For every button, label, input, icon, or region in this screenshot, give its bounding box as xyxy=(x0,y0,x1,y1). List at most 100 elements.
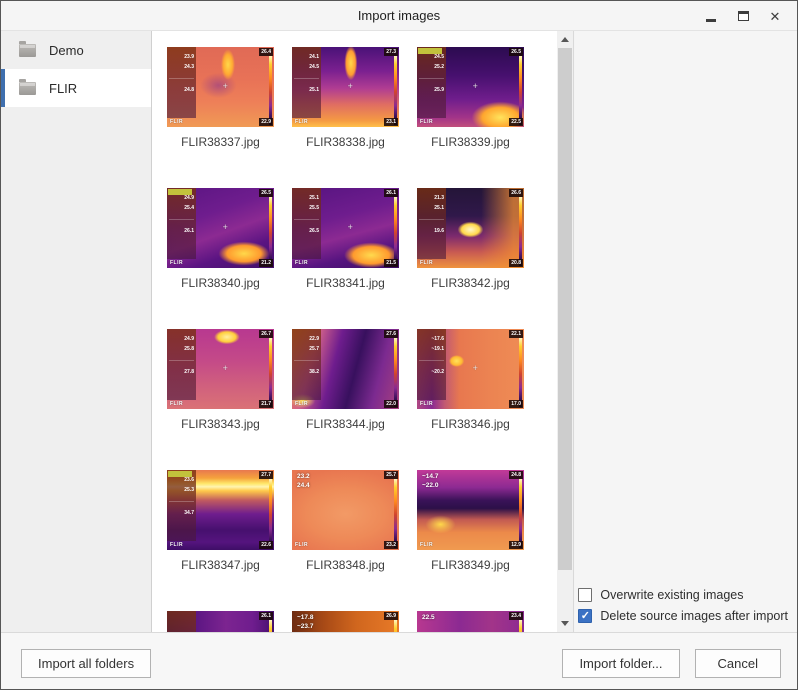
close-button[interactable]: ✕ xyxy=(759,1,791,31)
maximize-button[interactable] xyxy=(727,1,759,31)
minimize-button[interactable] xyxy=(695,1,727,31)
thermal-image[interactable]: 24.9 25.8 27.8 26.7 21.7 + FLIR xyxy=(167,329,274,409)
scale-max-value: 24.8 xyxy=(509,471,523,479)
crosshair-icon: + xyxy=(223,364,228,373)
filename-label: FLIR38340.jpg xyxy=(167,276,274,290)
thermal-image[interactable]: 21.3 25.1 19.6 26.6 20.8 FLIR xyxy=(417,188,524,268)
scale-min-value: 21.7 xyxy=(259,400,273,408)
checkbox[interactable]: ✓ xyxy=(578,609,592,623)
flir-logo: FLIR xyxy=(295,260,308,266)
color-scale-bar xyxy=(519,620,522,632)
color-scale-bar xyxy=(519,197,522,266)
filename-label: FLIR38349.jpg xyxy=(417,558,524,572)
panel-divider xyxy=(419,360,444,361)
thermal-image[interactable]: ~14.7~22.0 24.8 12.9 FLIR xyxy=(417,470,524,550)
scale-max-value: 26.1 xyxy=(384,189,398,197)
import-folder-button[interactable]: Import folder... xyxy=(562,649,679,678)
thermal-image[interactable]: 23.224.4 25.7 23.2 FLIR xyxy=(292,470,399,550)
thumbnail-cell: 22.9 25.7 38.2 27.6 22.0 FLIR FLIR38344.… xyxy=(292,329,399,470)
filename-label: FLIR38339.jpg xyxy=(417,135,524,149)
dialog-title: Import images xyxy=(358,8,440,23)
flir-logo: FLIR xyxy=(170,260,183,266)
thumbnail-cell: 25.1 25.5 26.5 26.1 21.5 + FLIR FLIR3834… xyxy=(292,188,399,329)
scroll-up-button[interactable] xyxy=(557,31,573,48)
thermal-image[interactable]: ~17.6 ~19.1 ~20.2 22.1 17.0 + FLIR xyxy=(417,329,524,409)
options-area: Overwrite existing images ✓ Delete sourc… xyxy=(575,31,797,632)
bottom-bar: Import all folders Import folder... Canc… xyxy=(1,632,797,689)
import-all-folders-button[interactable]: Import all folders xyxy=(21,649,151,678)
panel-value: 19.6 xyxy=(434,229,444,234)
filename-label: FLIR38341.jpg xyxy=(292,276,399,290)
panel-value: 25.3 xyxy=(184,488,194,493)
thumbnail-cell: 24.9 25.8 27.8 26.7 21.7 + FLIR FLIR3834… xyxy=(167,329,274,470)
title-bar: Import images ✕ xyxy=(1,1,797,31)
panel-value: 22.9 xyxy=(309,337,319,342)
measurement-panel: 24.1 24.5 25.1 xyxy=(292,47,321,118)
measurement-panel: 21.3 25.1 19.6 xyxy=(417,188,446,259)
panel-divider xyxy=(169,501,194,502)
thumbnail-cell: ~14.7~22.0 24.8 12.9 FLIR FLIR38349.jpg xyxy=(417,470,524,611)
panel-value: ~17.6 xyxy=(431,337,444,342)
thermal-image[interactable]: 22.5 23.4 FLIR xyxy=(417,611,524,632)
flir-logo: FLIR xyxy=(420,401,433,407)
scale-max-value: 27.7 xyxy=(259,471,273,479)
scale-min-value: 22.5 xyxy=(509,118,523,126)
scale-min-value: 20.8 xyxy=(509,259,523,267)
measurement-panel: 24.9 25.8 27.8 xyxy=(167,329,196,400)
measurement-panel: 23.9 24.3 24.8 xyxy=(167,47,196,118)
scale-max-value: 26.7 xyxy=(259,330,273,338)
scale-max-value: 27.6 xyxy=(384,330,398,338)
thermal-image[interactable]: 24.5 25.2 25.9 26.5 22.5 + FLIR xyxy=(417,47,524,127)
scrollbar-thumb[interactable] xyxy=(558,48,572,570)
checkmark-icon: ✓ xyxy=(581,611,590,622)
panel-value: 25.7 xyxy=(309,347,319,352)
checkbox[interactable] xyxy=(578,588,592,602)
thermal-image[interactable]: 24.9 25.4 26.1 26.5 21.2 + FLIR xyxy=(167,188,274,268)
color-scale-bar xyxy=(269,56,272,125)
measurement-panel: 23.6 25.3 34.7 xyxy=(167,470,196,541)
option-row[interactable]: Overwrite existing images xyxy=(578,588,788,602)
panel-divider xyxy=(169,219,194,220)
thermal-image[interactable]: 23.9 24.3 24.8 26.4 22.9 + FLIR xyxy=(167,47,274,127)
panel-value: 26.5 xyxy=(309,229,319,234)
option-label: Delete source images after import xyxy=(600,609,788,623)
filename-label: FLIR38337.jpg xyxy=(167,135,274,149)
panel-divider xyxy=(294,219,319,220)
option-row[interactable]: ✓ Delete source images after import xyxy=(578,609,788,623)
measurement-panel: 25.1 25.5 26.5 xyxy=(292,188,321,259)
panel-divider xyxy=(419,219,444,220)
panel-value: 25.9 xyxy=(434,88,444,93)
panel-value: 24.9 xyxy=(184,196,194,201)
folder-label: Demo xyxy=(49,43,84,58)
color-scale-bar xyxy=(519,338,522,407)
thermal-image[interactable]: 22.9 25.7 38.2 27.6 22.0 FLIR xyxy=(292,329,399,409)
spot-values: ~17.8~23.7 xyxy=(297,614,313,632)
filename-label: FLIR38338.jpg xyxy=(292,135,399,149)
flir-logo: FLIR xyxy=(170,119,183,125)
measurement-panel: 22.9 25.7 38.2 xyxy=(292,329,321,400)
maximize-icon xyxy=(738,11,749,21)
sidebar-item-flir[interactable]: FLIR xyxy=(1,69,151,107)
scroll-down-icon xyxy=(561,621,569,626)
crosshair-icon: + xyxy=(348,82,353,91)
spot-values: 23.224.4 xyxy=(297,473,310,491)
scroll-up-icon xyxy=(561,37,569,42)
thermal-image[interactable]: ~17.8~23.7 26.9 FLIR xyxy=(292,611,399,632)
scroll-down-button[interactable] xyxy=(557,615,573,632)
panel-value: 24.9 xyxy=(184,337,194,342)
sidebar-item-demo[interactable]: Demo xyxy=(1,31,151,69)
thermal-image[interactable]: 25.1 25.5 26.5 26.1 21.5 + FLIR xyxy=(292,188,399,268)
vertical-scrollbar[interactable] xyxy=(557,31,573,632)
flir-logo: FLIR xyxy=(295,119,308,125)
thermal-image[interactable]: 24.1 24.5 25.1 27.3 23.1 + FLIR xyxy=(292,47,399,127)
panel-value: 24.1 xyxy=(309,55,319,60)
thumbnail-panel: 23.9 24.3 24.8 26.4 22.9 + FLIR FLIR3833… xyxy=(151,31,574,632)
color-scale-bar xyxy=(394,338,397,407)
cancel-button[interactable]: Cancel xyxy=(695,649,781,678)
scale-max-value: 27.3 xyxy=(384,48,398,56)
thermal-image[interactable]: 23.6 25.3 34.7 27.7 22.6 FLIR xyxy=(167,470,274,550)
measurement-panel: ~17.6 ~19.1 ~20.2 xyxy=(417,329,446,400)
thermal-image[interactable]: 26.1 FLIR xyxy=(167,611,274,632)
panel-divider xyxy=(419,78,444,79)
scale-min-value: 23.2 xyxy=(384,541,398,549)
